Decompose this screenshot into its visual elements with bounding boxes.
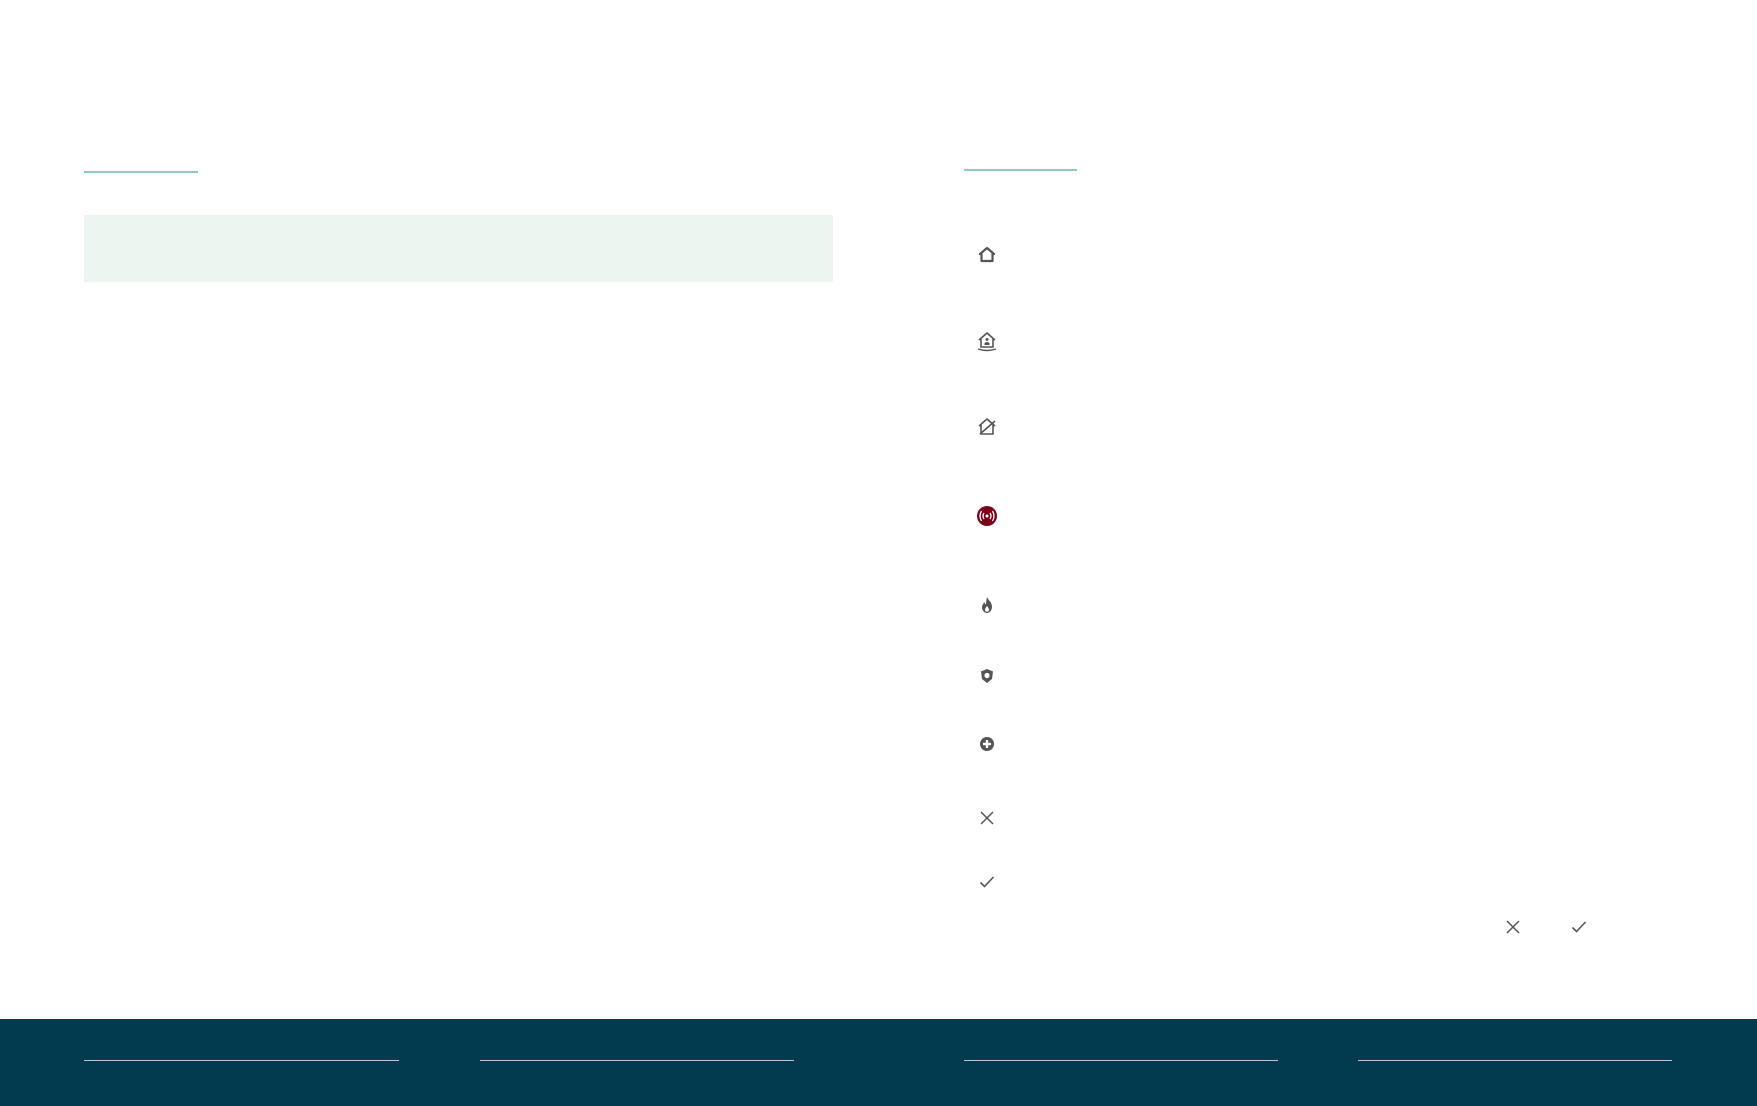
alarm-broadcast-icon — [976, 505, 998, 527]
panic-shield-icon — [976, 665, 998, 687]
note-box — [84, 215, 833, 282]
left-heading-rule — [84, 171, 198, 173]
medical-plus-icon — [976, 733, 998, 755]
footer-rule — [480, 1060, 794, 1061]
footer-rule — [1358, 1060, 1672, 1061]
close-icon — [976, 807, 998, 829]
inline-check-icon — [1568, 916, 1590, 938]
check-icon — [976, 871, 998, 893]
footer — [0, 1019, 1757, 1106]
page — [0, 0, 1757, 1106]
home-off-icon — [976, 416, 998, 438]
footer-rule — [84, 1060, 399, 1061]
home-outline-icon — [976, 244, 998, 266]
home-person-icon — [976, 330, 998, 352]
inline-close-icon — [1502, 916, 1524, 938]
right-heading-rule — [964, 169, 1077, 171]
footer-rule — [964, 1060, 1278, 1061]
fire-icon — [976, 594, 998, 616]
